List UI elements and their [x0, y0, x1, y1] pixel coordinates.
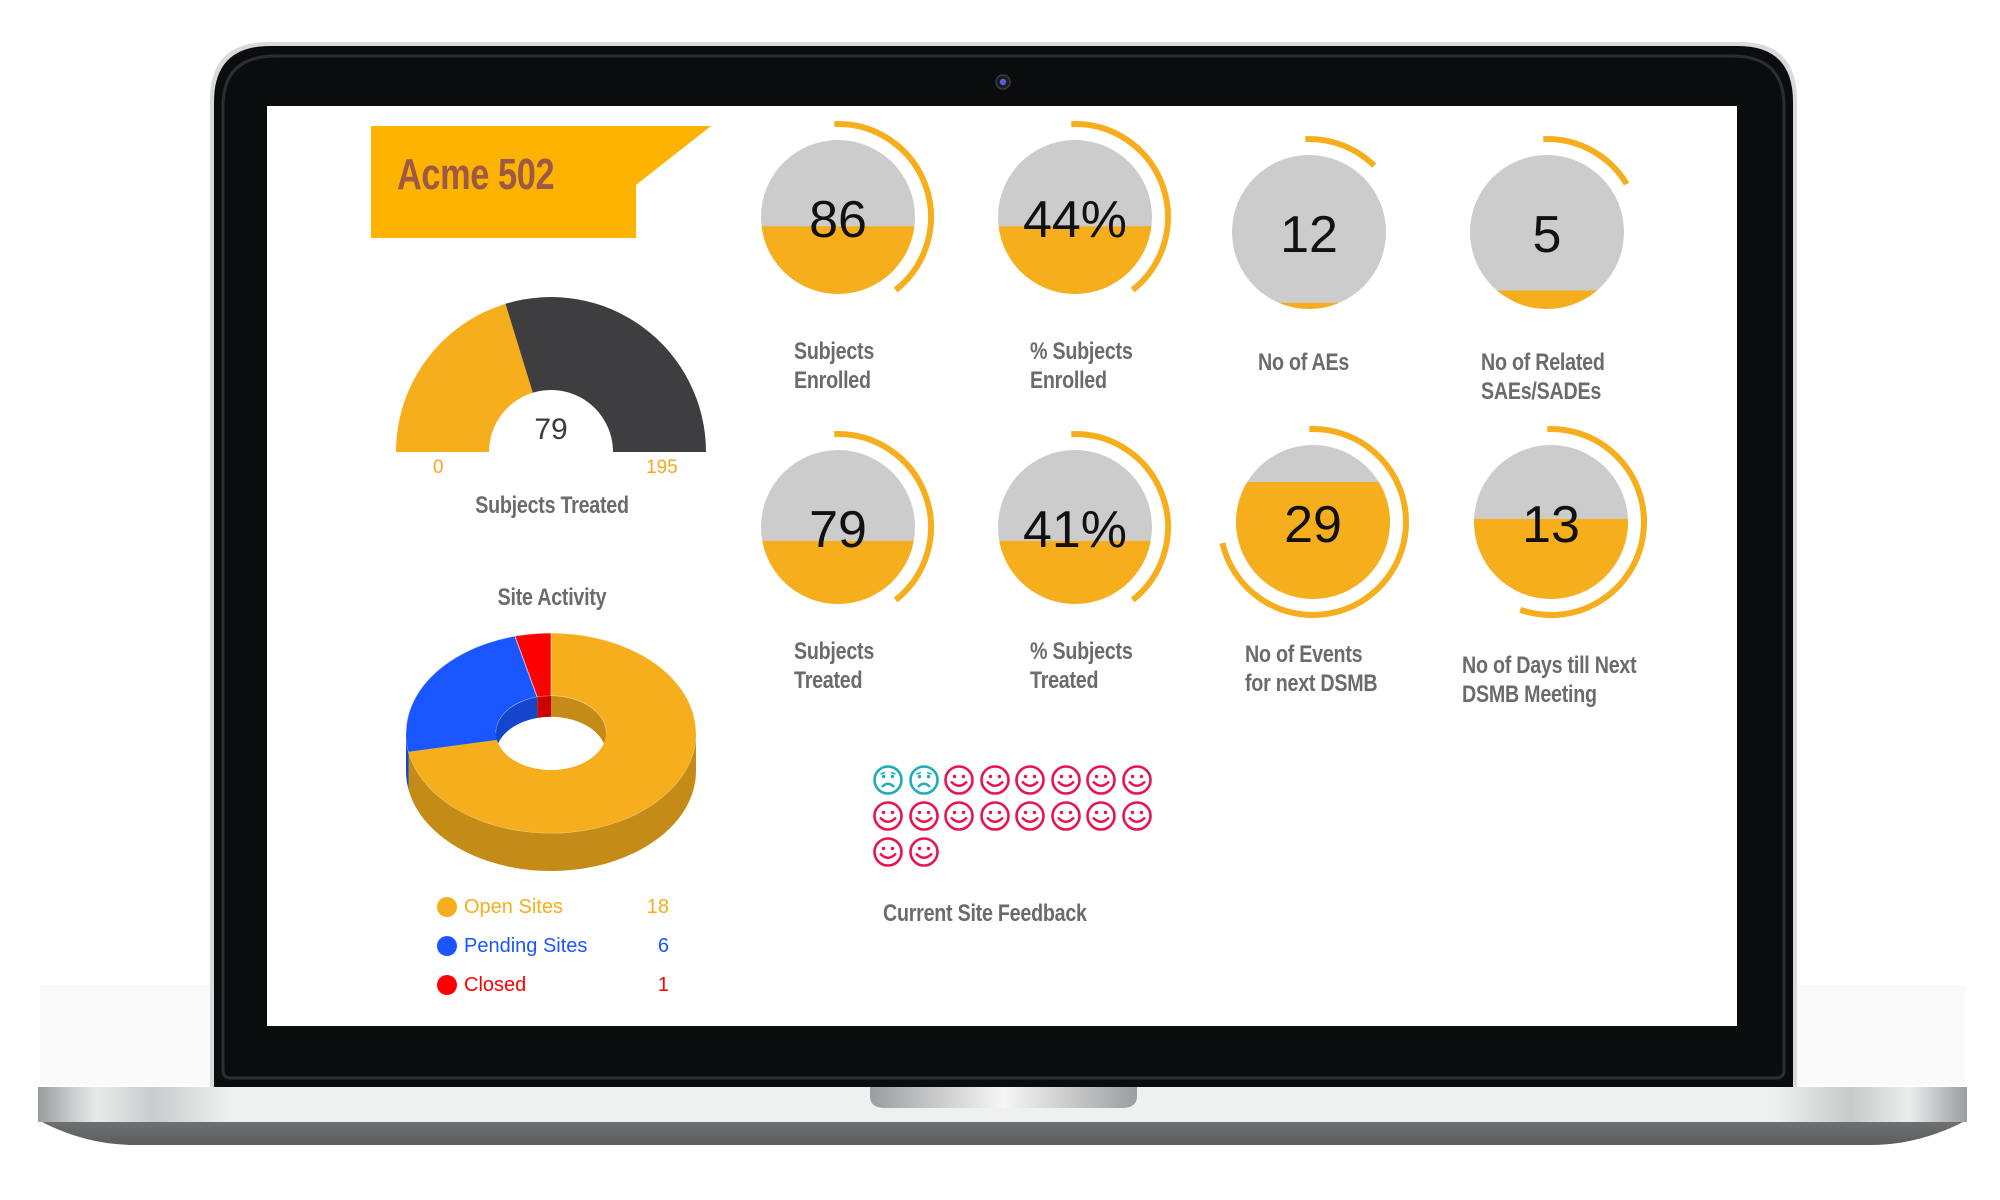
kpi-subjects-enrolled-label: Subjects Enrolled: [794, 337, 874, 395]
happy-face-icon: [1121, 765, 1152, 795]
happy-face-icon: [979, 801, 1010, 831]
happy-face-icon: [1086, 765, 1116, 795]
kpi-days-dsmb-value: 13: [1522, 496, 1580, 554]
label-line: No of AEs: [1258, 349, 1350, 376]
kpi-subjects-treated-label: Subjects Treated: [794, 637, 874, 695]
happy-face-icon: [1050, 765, 1081, 795]
happy-face-icon: [1015, 801, 1045, 831]
happy-face-icon: [873, 837, 903, 867]
label-line: SAEs/SADEs: [1481, 378, 1602, 405]
happy-face-icon: [908, 837, 939, 867]
label-line: No of Related: [1481, 349, 1605, 376]
happy-face-icon: [1086, 801, 1116, 831]
kpi-aes-label: No of AEs: [1258, 348, 1349, 377]
kpi-fill-level: [1232, 302, 1386, 309]
kpi-subjects-treated-value: 79: [809, 501, 867, 559]
kpi-fill-level: [1470, 290, 1624, 309]
kpi-days-dsmb-label: No of Days till Next DSMB Meeting: [1462, 651, 1637, 709]
happy-face-icon: [1050, 801, 1081, 831]
happy-face-icon: [873, 801, 903, 831]
label-line: Treated: [794, 667, 863, 694]
happy-face-icon: [944, 801, 974, 831]
kpi-circles: [761, 121, 1647, 618]
kpi-pct-subjects-enrolled-label: % Subjects Enrolled: [1030, 337, 1133, 395]
kpi-aes-value: 12: [1280, 206, 1338, 264]
label-line: for next DSMB: [1245, 670, 1378, 697]
happy-face-icon: [944, 765, 974, 795]
label-line: Subjects: [794, 338, 875, 365]
happy-face-icon: [1015, 765, 1045, 795]
kpi-related-saes-label: No of Related SAEs/SADEs: [1481, 348, 1605, 406]
label-line: % Subjects: [1030, 638, 1133, 665]
label-line: Treated: [1030, 667, 1099, 694]
label-line: DSMB Meeting: [1462, 681, 1597, 708]
label-line: No of Days till Next: [1462, 652, 1637, 679]
kpi-events-dsmb-label: No of Events for next DSMB: [1245, 640, 1378, 698]
laptop-mockup: Acme 502 79 0 195 Subjects Treated Site …: [0, 0, 2000, 1200]
feedback-title: Current Site Feedback: [883, 900, 1087, 927]
label-line: Enrolled: [1030, 367, 1107, 394]
sad-face-icon: [873, 765, 903, 795]
happy-face-icon: [1121, 801, 1152, 831]
kpi-pct-subjects-treated-label: % Subjects Treated: [1030, 637, 1133, 695]
kpi-pct-subjects-treated-value: 41%: [1022, 501, 1128, 559]
label-line: Subjects: [794, 638, 875, 665]
label-line: No of Events: [1245, 641, 1363, 668]
kpi-subjects-enrolled-value: 86: [809, 191, 867, 249]
sad-face-icon: [908, 765, 939, 795]
kpi-related-saes-value: 5: [1532, 206, 1562, 264]
happy-face-icon: [979, 765, 1010, 795]
kpi-pct-subjects-enrolled-value: 44%: [1022, 191, 1128, 249]
label-line: Enrolled: [794, 367, 871, 394]
kpi-events-dsmb-value: 29: [1284, 496, 1342, 554]
label-line: % Subjects: [1030, 338, 1133, 365]
happy-face-icon: [908, 801, 939, 831]
